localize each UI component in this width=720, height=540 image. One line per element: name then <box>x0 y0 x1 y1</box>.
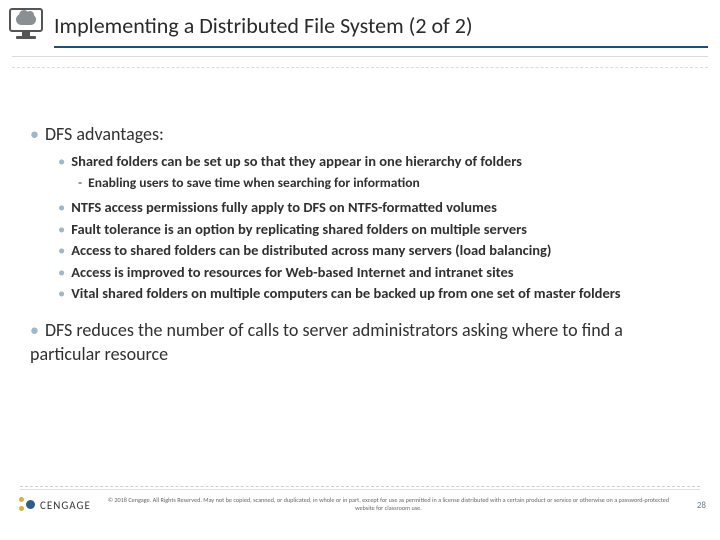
slide-footer: CENGAGE © 2018 Cengage. All Rights Reser… <box>0 486 720 540</box>
slide-body: •DFS advantages: •Shared folders can be … <box>0 68 720 366</box>
slide-title: Implementing a Distributed File System (… <box>46 6 473 39</box>
section-heading: DFS advantages: <box>45 123 164 145</box>
footer-solid-line <box>20 489 700 490</box>
bullet-text: NTFS access permissions fully apply to D… <box>71 198 497 216</box>
bullet-level2: •NTFS access permissions fully apply to … <box>58 198 690 218</box>
bullet-level2: •Vital shared folders on multiple comput… <box>58 284 690 304</box>
page-number: 28 <box>686 500 706 511</box>
slide-header: Implementing a Distributed File System (… <box>0 0 720 44</box>
divider-line <box>12 56 708 57</box>
bullet-level1: •DFS advantages: <box>30 122 690 146</box>
cloud-monitor-icon <box>6 6 46 44</box>
bullet-text: Access is improved to resources for Web-… <box>71 263 513 281</box>
cengage-logo: CENGAGE <box>18 496 91 514</box>
section-heading: DFS reduces the number of calls to serve… <box>30 319 623 365</box>
title-underline <box>54 46 708 48</box>
bullet-level2: •Shared folders can be set up so that th… <box>58 152 690 172</box>
bullet-level2: •Access to shared folders can be distrib… <box>58 241 690 261</box>
dashed-divider <box>12 67 708 68</box>
copyright-text: © 2018 Cengage. All Rights Reserved. May… <box>91 497 686 513</box>
bullet-level1: •DFS reduces the number of calls to serv… <box>30 318 690 367</box>
bullet-text: Fault tolerance is an option by replicat… <box>71 220 527 238</box>
bullet-text: Vital shared folders on multiple compute… <box>71 284 620 302</box>
bullet-text: Enabling users to save time when searchi… <box>88 174 420 191</box>
logo-mark-icon <box>18 496 36 514</box>
bullet-text: Shared folders can be set up so that the… <box>71 152 522 170</box>
bullet-level3: -Enabling users to save time when search… <box>78 174 690 192</box>
logo-text: CENGAGE <box>40 499 91 512</box>
footer-dashed-line <box>20 486 700 487</box>
bullet-text: Access to shared folders can be distribu… <box>71 241 551 259</box>
bullet-level2: •Access is improved to resources for Web… <box>58 263 690 283</box>
bullet-level2: •Fault tolerance is an option by replica… <box>58 220 690 240</box>
